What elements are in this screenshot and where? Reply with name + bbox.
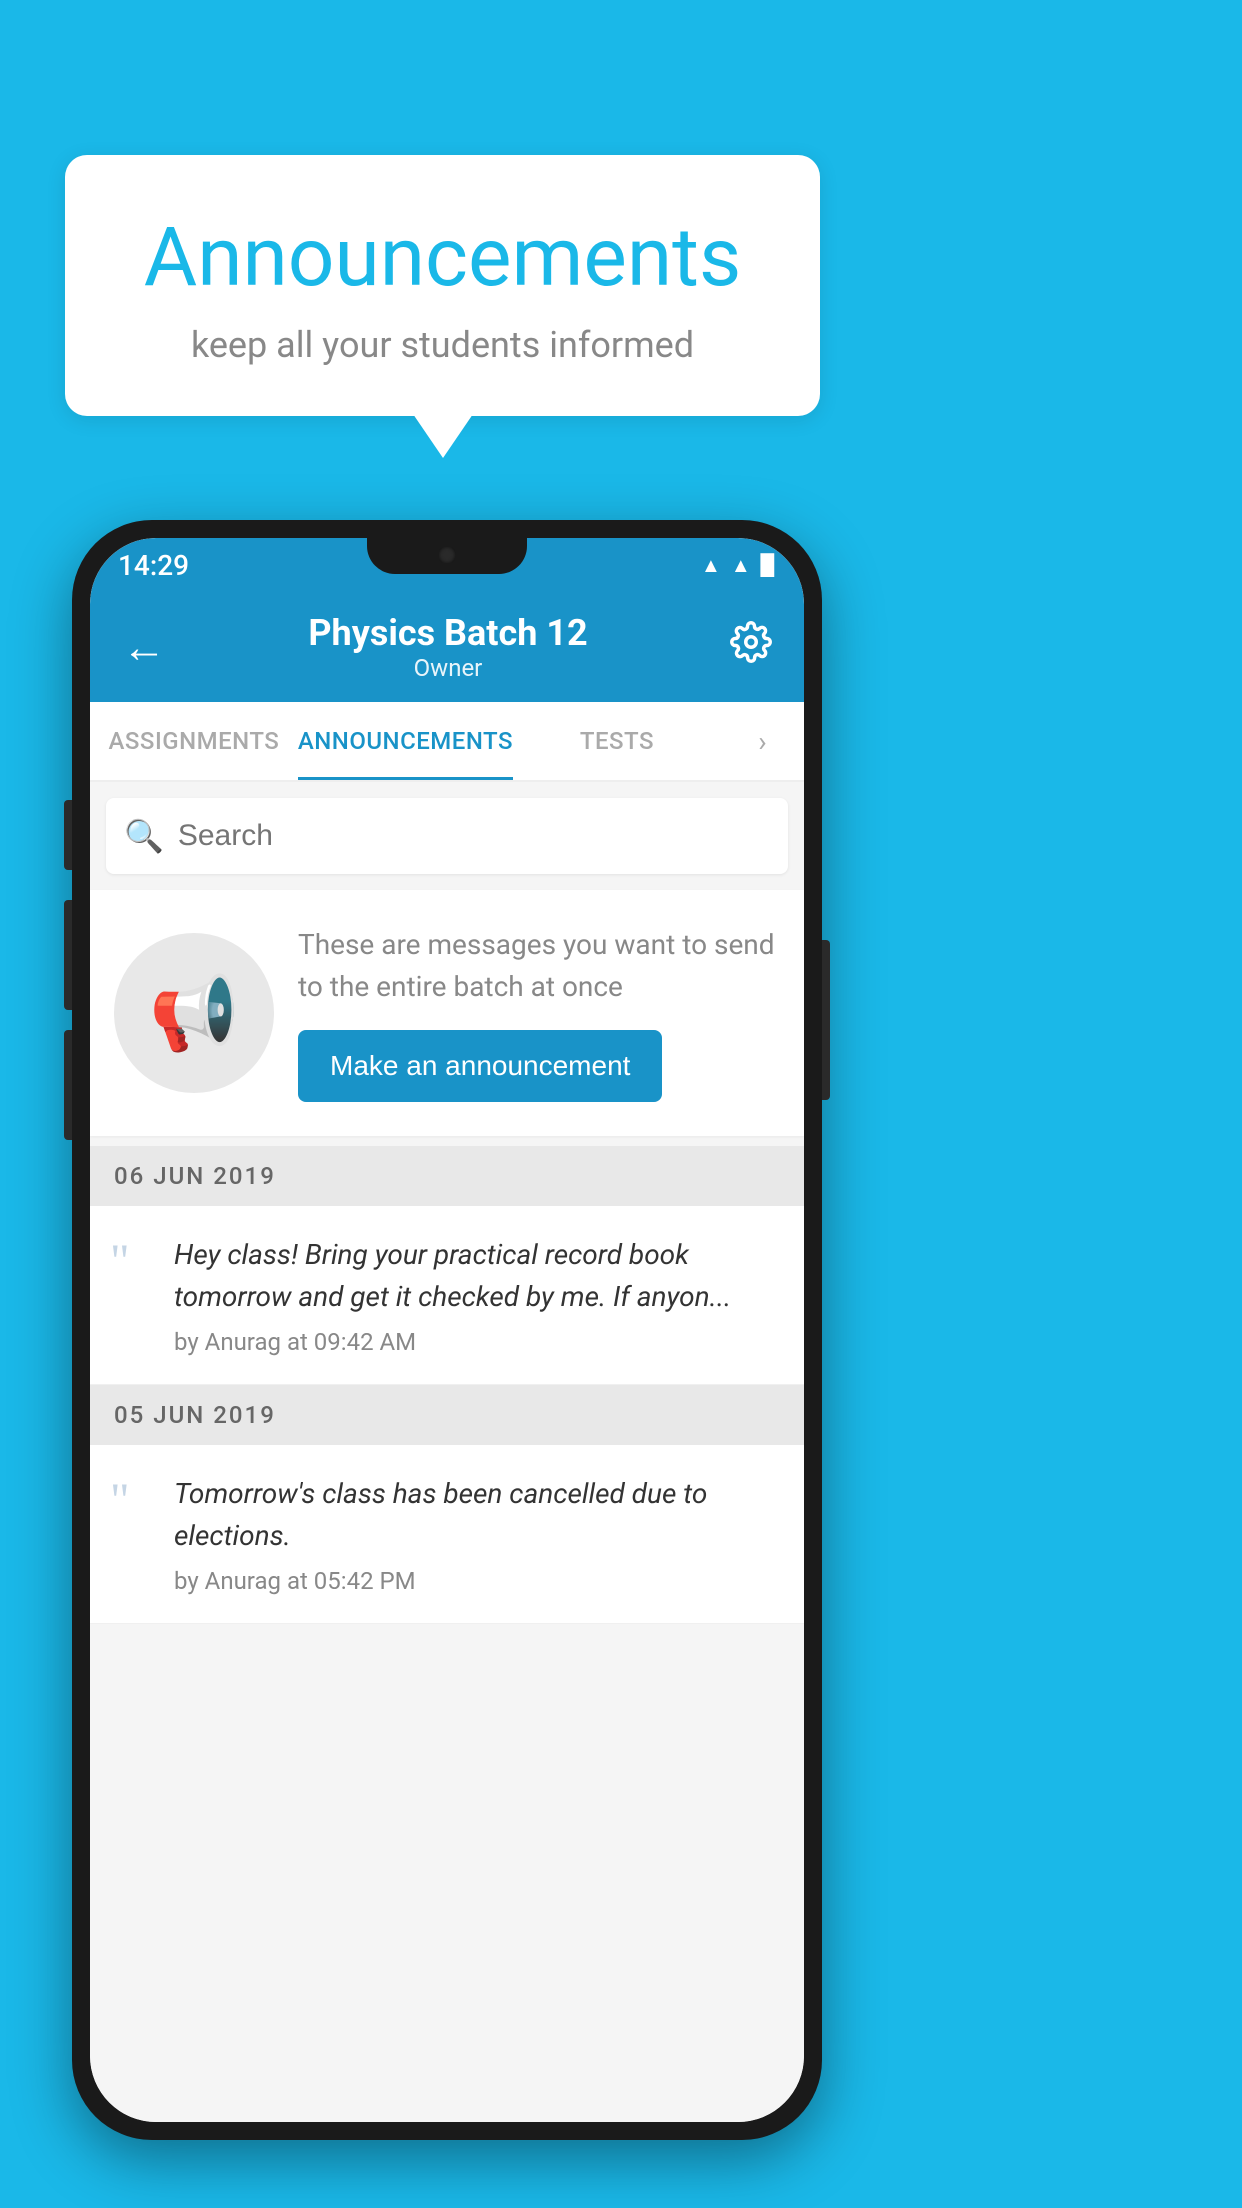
tab-assignments[interactable]: ASSIGNMENTS [90, 702, 298, 780]
status-icons: ▲ ▲ ▉ [701, 553, 776, 578]
side-button-volume-down2 [64, 1030, 72, 1140]
date-divider-1: 06 JUN 2019 [90, 1146, 804, 1206]
settings-button[interactable] [722, 613, 780, 681]
side-button-power [822, 940, 830, 1100]
tabs-container: ASSIGNMENTS ANNOUNCEMENTS TESTS › [90, 702, 804, 782]
announcement-content-2: Tomorrow's class has been cancelled due … [174, 1473, 784, 1595]
quote-icon-1: " [110, 1238, 154, 1286]
side-button-volume-down [64, 900, 72, 1010]
side-button-volume-up [64, 800, 72, 870]
speech-bubble-subtitle: keep all your students informed [125, 324, 760, 366]
speech-bubble-container: Announcements keep all your students inf… [65, 155, 820, 416]
phone-outer: 14:29 ▲ ▲ ▉ ← Physics Batch 12 Owner [72, 520, 822, 2140]
back-button[interactable]: ← [114, 617, 174, 677]
announcement-item-2[interactable]: " Tomorrow's class has been cancelled du… [90, 1445, 804, 1624]
app-bar-title-area: Physics Batch 12 Owner [174, 612, 722, 682]
cta-card: 📢 These are messages you want to send to… [90, 890, 804, 1136]
announcement-meta-2: by Anurag at 05:42 PM [174, 1567, 784, 1595]
megaphone-icon: 📢 [149, 971, 239, 1056]
camera [438, 546, 456, 564]
tab-tests[interactable]: TESTS [513, 702, 721, 780]
announcement-text-2: Tomorrow's class has been cancelled due … [174, 1473, 784, 1557]
phone-screen: 14:29 ▲ ▲ ▉ ← Physics Batch 12 Owner [90, 538, 804, 2122]
battery-icon: ▉ [761, 553, 776, 577]
status-time: 14:29 [118, 549, 189, 582]
date-divider-2: 05 JUN 2019 [90, 1385, 804, 1445]
search-icon: 🔍 [124, 817, 164, 855]
tab-announcements[interactable]: ANNOUNCEMENTS [298, 702, 513, 780]
app-bar-title: Physics Batch 12 [174, 612, 722, 654]
phone-content: 🔍 📢 These are messages you want to send … [90, 782, 804, 2122]
app-bar-subtitle: Owner [174, 654, 722, 682]
speech-bubble: Announcements keep all your students inf… [65, 155, 820, 416]
phone-container: 14:29 ▲ ▲ ▉ ← Physics Batch 12 Owner [72, 520, 822, 2140]
announcement-item-1[interactable]: " Hey class! Bring your practical record… [90, 1206, 804, 1385]
tab-more[interactable]: › [721, 702, 804, 780]
search-input[interactable] [178, 819, 770, 853]
gear-icon [730, 621, 772, 663]
announcement-text-1: Hey class! Bring your practical record b… [174, 1234, 784, 1318]
announcement-meta-1: by Anurag at 09:42 AM [174, 1328, 784, 1356]
speech-bubble-title: Announcements [125, 210, 760, 306]
phone-inner: 14:29 ▲ ▲ ▉ ← Physics Batch 12 Owner [90, 538, 804, 2122]
make-announcement-button[interactable]: Make an announcement [298, 1030, 662, 1102]
notch [367, 538, 527, 574]
app-bar: ← Physics Batch 12 Owner [90, 592, 804, 702]
signal-icon: ▲ [731, 553, 751, 578]
cta-right: These are messages you want to send to t… [298, 924, 780, 1102]
wifi-icon: ▲ [701, 553, 721, 578]
search-bar[interactable]: 🔍 [106, 798, 788, 874]
announcement-content-1: Hey class! Bring your practical record b… [174, 1234, 784, 1356]
cta-description: These are messages you want to send to t… [298, 924, 780, 1008]
quote-icon-2: " [110, 1477, 154, 1525]
announcement-icon-circle: 📢 [114, 933, 274, 1093]
